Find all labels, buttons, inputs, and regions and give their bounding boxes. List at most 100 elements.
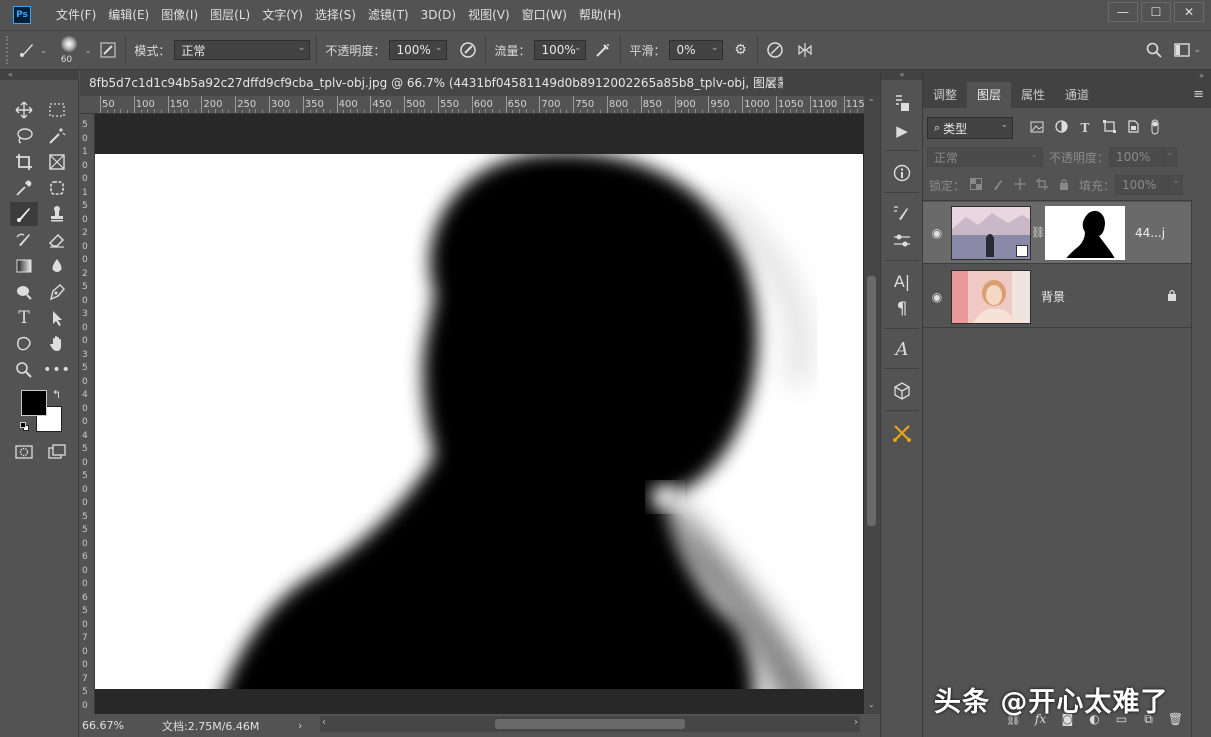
menu-type[interactable]: 文字(Y)	[256, 0, 309, 30]
path-select-icon[interactable]	[43, 306, 71, 330]
tab-channels[interactable]: 通道	[1055, 82, 1099, 108]
crop-icon[interactable]	[10, 150, 38, 174]
brush-tool-preset-icon[interactable]	[16, 39, 38, 61]
default-colors-icon[interactable]	[20, 422, 30, 432]
layer-name[interactable]: 背景	[1041, 288, 1167, 305]
close-icon[interactable]: ×	[766, 70, 776, 96]
filter-adjustment-icon[interactable]	[1049, 120, 1073, 136]
lock-artboard-icon[interactable]	[1031, 177, 1053, 193]
tab-layers[interactable]: 图层	[967, 82, 1012, 108]
menu-layer[interactable]: 图层(L)	[204, 0, 256, 30]
brush-icon[interactable]	[10, 202, 38, 226]
shape-icon[interactable]	[10, 332, 38, 356]
layer-mask-thumbnail[interactable]	[1045, 205, 1125, 260]
filter-type-icon[interactable]: T	[1073, 121, 1097, 135]
canvas-area[interactable]	[95, 114, 864, 714]
chevron-down-icon[interactable]: ⌄	[1193, 45, 1201, 55]
tab-adjustments[interactable]: 调整	[923, 82, 967, 108]
menu-help[interactable]: 帮助(H)	[573, 0, 627, 30]
eye-icon[interactable]: ◉	[923, 226, 951, 240]
chevron-down-icon[interactable]: ⌄	[40, 46, 47, 55]
workspace-icon[interactable]	[1171, 39, 1193, 61]
pen-icon[interactable]	[43, 280, 71, 304]
lock-all-icon[interactable]	[1053, 178, 1075, 193]
collapse-toggle[interactable]: «	[0, 70, 79, 80]
pressure-opacity-icon[interactable]	[457, 39, 479, 61]
vertical-scroll-thumb[interactable]	[867, 276, 876, 526]
fill-input[interactable]: 100%	[1115, 175, 1170, 195]
maximize-button[interactable]: ☐	[1141, 2, 1171, 22]
chevron-down-icon[interactable]: ⌄	[85, 46, 92, 55]
menu-image[interactable]: 图像(I)	[155, 0, 204, 30]
history-panel-icon[interactable]	[889, 90, 915, 116]
filter-smart-object-icon[interactable]	[1121, 120, 1145, 136]
scroll-left-icon[interactable]: ‹	[322, 717, 326, 728]
character-panel-icon[interactable]: A|	[889, 268, 915, 294]
opacity-input[interactable]: 100% ⌄	[389, 40, 448, 60]
filter-kind-select[interactable]: ⌕ 类型 ⌄	[927, 117, 1013, 139]
close-button[interactable]: ✕	[1174, 2, 1204, 22]
chevron-down-icon[interactable]: ⌄	[1169, 175, 1184, 195]
type-icon[interactable]: T	[10, 306, 38, 330]
menu-window[interactable]: 窗口(W)	[516, 0, 573, 30]
eye-icon[interactable]: ◉	[923, 290, 951, 304]
magic-wand-icon[interactable]	[43, 124, 71, 148]
smoothing-input[interactable]: 0% ⌄	[669, 40, 724, 60]
zoom-level[interactable]: 66.67%	[82, 719, 162, 732]
swap-colors-icon[interactable]: ↰	[52, 388, 61, 401]
3d-panel-icon[interactable]	[889, 378, 915, 404]
filter-shape-icon[interactable]	[1097, 120, 1121, 136]
status-menu-arrow-icon[interactable]: ›	[298, 719, 302, 732]
brush-size-picker[interactable]: 60	[55, 33, 85, 67]
info-icon[interactable]	[889, 160, 915, 186]
scroll-up-icon[interactable]: ⌃	[868, 98, 875, 107]
grip-handle[interactable]	[6, 36, 16, 64]
screen-mode-icon[interactable]	[43, 440, 71, 464]
layer-name[interactable]: 44...j	[1135, 226, 1165, 240]
gradient-icon[interactable]	[10, 254, 38, 278]
move-icon[interactable]	[10, 98, 38, 122]
layer-mask-canvas[interactable]	[95, 154, 863, 689]
history-brush-icon[interactable]	[10, 228, 38, 252]
hand-icon[interactable]	[43, 332, 71, 356]
symmetry-icon[interactable]	[794, 39, 816, 61]
menu-file[interactable]: 文件(F)	[50, 0, 102, 30]
airbrush-icon[interactable]	[592, 39, 614, 61]
eraser-icon[interactable]	[43, 228, 71, 252]
menu-3d[interactable]: 3D(D)	[415, 0, 462, 30]
scroll-down-icon[interactable]: ⌄	[868, 700, 875, 709]
glyphs-panel-icon[interactable]: A	[889, 336, 915, 362]
blur-icon[interactable]	[43, 254, 71, 278]
flow-input[interactable]: 100% ⌄	[534, 40, 587, 60]
eyedropper-icon[interactable]	[10, 176, 38, 200]
frame-icon[interactable]	[43, 150, 71, 174]
patch-icon[interactable]	[43, 176, 71, 200]
brush-settings-icon[interactable]	[889, 200, 915, 226]
menu-edit[interactable]: 编辑(E)	[102, 0, 155, 30]
filter-pixel-icon[interactable]	[1025, 121, 1049, 136]
pressure-size-icon[interactable]	[764, 39, 786, 61]
zoom-icon[interactable]	[10, 358, 38, 382]
gear-icon[interactable]: ⚙	[729, 39, 751, 61]
tab-properties[interactable]: 属性	[1011, 82, 1055, 108]
layer-row[interactable]: ◉ ⛓ 44...j	[923, 202, 1191, 264]
stamp-icon[interactable]	[43, 202, 71, 226]
lock-transparent-icon[interactable]	[965, 177, 987, 193]
filter-toggle-icon[interactable]	[1145, 119, 1165, 138]
horizontal-scroll-thumb[interactable]	[495, 719, 685, 729]
collapse-toggle[interactable]: «	[881, 70, 923, 80]
blend-mode-select[interactable]: 正常 ⌄	[927, 147, 1043, 167]
horizontal-scrollbar[interactable]: ‹ ›	[320, 716, 860, 732]
marquee-icon[interactable]	[43, 98, 71, 122]
layer-row[interactable]: ◉ 背景	[923, 266, 1191, 328]
layer-opacity-input[interactable]: 100%	[1109, 147, 1164, 167]
more-icon[interactable]: •••	[43, 358, 71, 382]
clone-source-icon[interactable]	[889, 228, 915, 254]
menu-select[interactable]: 选择(S)	[309, 0, 362, 30]
menu-view[interactable]: 视图(V)	[462, 0, 516, 30]
lasso-icon[interactable]	[10, 124, 38, 148]
menu-filter[interactable]: 滤镜(T)	[362, 0, 415, 30]
document-tab[interactable]: 8fb5d7c1d1c94b5a92c27dffd9cf9cba_tplv-ob…	[80, 70, 783, 96]
brush-settings-icon[interactable]	[97, 39, 119, 61]
tool-presets-icon[interactable]	[889, 420, 915, 446]
